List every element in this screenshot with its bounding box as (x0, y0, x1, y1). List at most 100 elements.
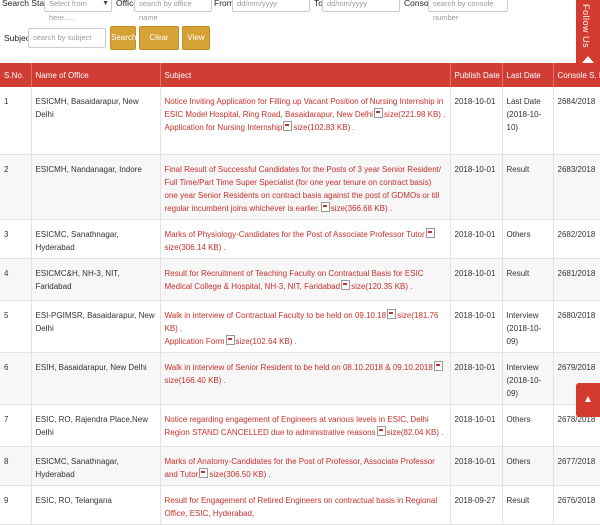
pdf-icon (433, 360, 443, 371)
cell-sno: 2 (0, 154, 32, 220)
file-size: size(306.14 KB) . (164, 242, 226, 252)
notice-link[interactable]: Result for Engagement of Retired Enginee… (165, 496, 438, 518)
table-row: 9 ESIC, RO, Telangana Result for Engagem… (0, 485, 600, 525)
cell-console: 2683/2018 (553, 154, 600, 220)
cell-subject: Result for Recruitment of Teaching Facul… (160, 258, 451, 301)
chevron-down-icon: ▼ (102, 0, 109, 7)
file-size: size(102.64 KB) . (235, 336, 297, 346)
pdf-icon (199, 467, 209, 478)
cell-office: ESICMH, Nandanagar, Indore (31, 154, 161, 220)
cell-publish-date: 2018-09-27 (450, 485, 503, 525)
pdf-icon (387, 308, 397, 319)
notice-link[interactable]: Walk in interview of Senior Resident to … (165, 363, 433, 372)
cell-office: ESICMH, Basaidarapur, New Delhi (31, 87, 161, 155)
file-size: size(366.68 KB) . (330, 203, 393, 213)
console-input[interactable]: search by console number (428, 0, 508, 22)
cell-sno: 7 (0, 404, 32, 447)
cell-subject: Marks of Physiology-Candidates for the P… (160, 219, 451, 259)
view-all-button[interactable]: View All (182, 26, 210, 64)
table-row: 5 ESI-PGIMSR, Basaidarapur, New Delhi Wa… (0, 300, 600, 353)
cell-last-date: Result (502, 154, 554, 220)
pdf-icon (341, 279, 351, 290)
cell-office: ESIC, RO, Telangana (31, 485, 161, 525)
notice-link[interactable]: Marks of Physiology-Candidates for the P… (165, 230, 425, 239)
pdf-icon (320, 201, 330, 212)
cell-subject: Walk in interview of Contractual Faculty… (160, 300, 451, 353)
table-row: 2 ESICMH, Nandanagar, Indore Final Resul… (0, 154, 600, 220)
subject-input[interactable]: search by subject (28, 28, 106, 48)
file-size: size(120.35 KB) . (351, 281, 413, 291)
clear-search-button[interactable]: Clear Search (139, 26, 179, 64)
col-header-sno: S.No. (0, 63, 32, 87)
notice-link[interactable]: Final Result of Successful Candidates fo… (165, 165, 442, 213)
arrow-up-icon: ▲ (583, 394, 593, 405)
pdf-icon (376, 425, 386, 436)
cell-last-date: Interview (2018-10-09) (502, 352, 554, 405)
cell-subject: Marks of Anatomy-Candidates for the Post… (160, 446, 451, 486)
cell-last-date: Interview (2018-10-09) (502, 300, 554, 353)
table-row: 6 ESIH, Basaidarapur, New Delhi Walk in … (0, 352, 600, 405)
from-date-input[interactable]: dd/mm/yyyy (232, 0, 310, 12)
table-row: 7 ESIC, RO, Rajendra Place,New Delhi Not… (0, 404, 600, 447)
cell-sno: 5 (0, 300, 32, 353)
notice-link[interactable]: Application Form (165, 337, 225, 346)
cell-subject: Walk in interview of Senior Resident to … (160, 352, 451, 405)
cell-publish-date: 2018-10-01 (450, 404, 503, 447)
cell-console: 2680/2018 (553, 300, 600, 353)
cell-subject: Result for Engagement of Retired Enginee… (160, 485, 451, 525)
back-to-top-button[interactable]: ▲ (576, 383, 600, 417)
cell-subject: Notice Inviting Application for Filling … (160, 87, 451, 155)
cell-sno: 6 (0, 352, 32, 405)
cell-subject: Final Result of Successful Candidates fo… (160, 154, 451, 220)
cell-last-date: Others (502, 404, 554, 447)
cell-publish-date: 2018-10-01 (450, 446, 503, 486)
cell-sno: 9 (0, 485, 32, 525)
table-row: 4 ESICMC&H, NH-3, NIT, Faridabad Result … (0, 258, 600, 301)
filter-row: Search States: Select from here..... ▼ O… (0, 0, 600, 22)
cell-console: 2684/2018 (553, 87, 600, 155)
table-row: 3 ESICMC, Sanathnagar, Hyderabad Marks o… (0, 219, 600, 259)
cell-publish-date: 2018-10-01 (450, 154, 503, 220)
notice-link[interactable]: Walk in interview of Contractual Faculty… (165, 311, 387, 320)
table-row: 8 ESICMC, Sanathnagar, Hyderabad Marks o… (0, 446, 600, 486)
file-size: size(102.83 KB) . (293, 123, 355, 132)
cell-office: ESIC, RO, Rajendra Place,New Delhi (31, 404, 161, 447)
cell-publish-date: 2018-10-01 (450, 258, 503, 301)
cell-office: ESI-PGIMSR, Basaidarapur, New Delhi (31, 300, 161, 353)
follow-us-label: Follow Us (581, 4, 591, 49)
cell-sno: 8 (0, 446, 32, 486)
pdf-icon (283, 121, 293, 131)
col-header-publish-date: Publish Date (450, 63, 503, 87)
office-input[interactable]: search by office name (134, 0, 212, 22)
pdf-icon (225, 334, 235, 345)
cell-console: 2677/2018 (553, 446, 600, 486)
cell-subject: Notice regarding engagement of Engineers… (160, 404, 451, 447)
col-header-last-date: Last Date (502, 63, 554, 87)
cell-publish-date: 2018-10-01 (450, 219, 503, 259)
cell-last-date: Result (502, 485, 554, 525)
search-button[interactable]: Search (110, 26, 136, 50)
cell-last-date: Others (502, 446, 554, 486)
to-date-input[interactable]: dd/mm/yyyy (322, 0, 400, 12)
arrow-up-icon (582, 56, 594, 63)
cell-last-date: Last Date (2018-10-10) (502, 87, 554, 155)
cell-sno: 4 (0, 258, 32, 301)
cell-office: ESICMC, Sanathnagar, Hyderabad (31, 219, 161, 259)
cell-last-date: Result (502, 258, 554, 301)
col-header-office: Name of Office (31, 63, 161, 87)
file-size: size(306.50 KB) . (209, 469, 271, 479)
cell-console: 2681/2018 (553, 258, 600, 301)
cell-console: 2682/2018 (553, 219, 600, 259)
follow-us-tab[interactable]: Follow Us (576, 0, 600, 68)
state-select-value: Select from here..... (49, 0, 87, 22)
file-size: size(221.98 KB) . (384, 110, 446, 119)
subject-filter-row: Subject: search by subject Search Clear … (0, 26, 600, 64)
table-header: S.No. Name of Office Subject Publish Dat… (0, 63, 600, 87)
cell-office: ESICMC&H, NH-3, NIT, Faridabad (31, 258, 161, 301)
notice-link[interactable]: Application for Nursing Internship (165, 123, 283, 132)
col-header-subject: Subject (160, 63, 451, 87)
cell-publish-date: 2018-10-01 (450, 87, 503, 155)
table-row: 1 ESICMH, Basaidarapur, New Delhi Notice… (0, 87, 600, 155)
state-select[interactable]: Select from here..... ▼ (44, 0, 112, 22)
cell-console: 2676/2018 (553, 485, 600, 525)
